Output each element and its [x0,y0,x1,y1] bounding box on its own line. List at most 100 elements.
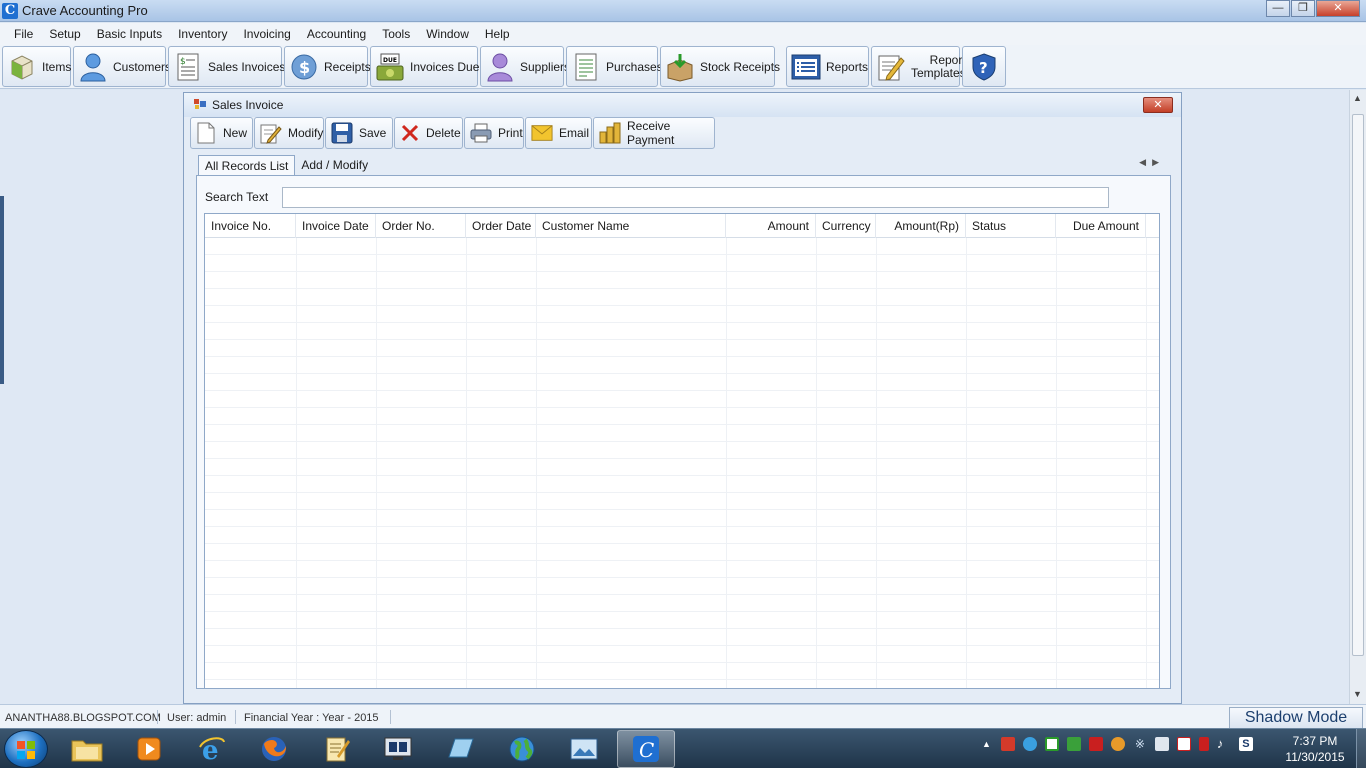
svg-text:?: ? [979,59,988,77]
start-button[interactable] [4,730,48,768]
grid-header: Invoice No. Invoice Date Order No. Order… [205,214,1159,238]
taskbar-notes[interactable] [308,730,366,768]
save-label: Save [359,126,387,140]
scrollbar-thumb[interactable] [1352,114,1364,656]
menu-inventory[interactable]: Inventory [170,27,235,41]
new-button[interactable]: New [190,117,253,149]
save-button[interactable]: Save [325,117,393,149]
tray-sync-icon[interactable] [1066,737,1081,751]
records-panel: Search Text Invoice No. Invoice Date Ord… [196,175,1171,689]
status-financial-year: Financial Year : Year - 2015 [244,712,379,724]
taskbar-globe[interactable] [493,730,551,768]
col-order-no[interactable]: Order No. [376,214,466,238]
items-button[interactable]: Items [2,46,71,87]
col-order-date[interactable]: Order Date [466,214,536,238]
tray-display-icon[interactable] [1154,737,1169,751]
scroll-up-icon[interactable]: ▲ [1353,93,1362,103]
stock-receipts-button[interactable]: Stock Receipts [660,46,780,87]
tray-s-app-icon[interactable]: S [1238,737,1253,751]
menu-accounting[interactable]: Accounting [299,27,374,41]
status-divider [390,710,391,724]
col-status[interactable]: Status [966,214,1056,238]
sales-invoices-button[interactable]: $ Sales Invoices [168,46,285,87]
tab-scroll-right-icon[interactable]: ▶ [1152,157,1165,167]
taskbar-internet-explorer[interactable]: e [183,730,241,768]
col-amount[interactable]: Amount [726,214,816,238]
grid-divider [1056,238,1057,688]
col-invoice-date[interactable]: Invoice Date [296,214,376,238]
tray-shield-icon[interactable] [1088,737,1103,751]
taskbar-remote-desktop[interactable] [369,730,427,768]
col-amount-rp[interactable]: Amount(Rp) [876,214,966,238]
reports-button[interactable]: Reports [786,46,869,87]
tab-add-modify[interactable]: Add / Modify [295,155,374,175]
monitor-icon [384,737,412,760]
taskbar-crave-accounting[interactable]: C [617,730,675,768]
grid-divider [816,238,817,688]
taskbar-photo-viewer[interactable] [555,730,613,768]
child-title-bar: Sales Invoice ✕ [184,93,1181,117]
purchases-label: Purchases [606,59,663,74]
tab-all-records[interactable]: All Records List [198,155,296,175]
customers-button[interactable]: Customers [73,46,171,87]
menu-window[interactable]: Window [418,27,477,41]
grid-divider [376,238,377,688]
col-due-amount[interactable]: Due Amount [1056,214,1146,238]
grid-body[interactable] [205,238,1159,688]
col-currency[interactable]: Currency [816,214,876,238]
delete-label: Delete [426,126,461,140]
menu-setup[interactable]: Setup [41,27,88,41]
taskbar-firefox[interactable] [245,730,303,768]
menu-basic-inputs[interactable]: Basic Inputs [89,27,170,41]
shadow-mode-button[interactable]: Shadow Mode [1229,707,1363,729]
svg-text:$: $ [180,57,186,67]
taskbar-explorer[interactable] [58,730,116,768]
show-desktop-button[interactable] [1356,729,1366,768]
title-bar: C Crave Accounting Pro — ❐ ✕ [0,0,1366,22]
invoices-due-button[interactable]: DUE Invoices Due [370,46,479,87]
tray-flag-icon[interactable] [1000,737,1015,751]
help-button[interactable]: ? [962,46,1006,87]
tray-signal-icon[interactable] [1198,737,1209,751]
print-button[interactable]: Print [464,117,524,149]
tab-scroll-arrows[interactable]: ◀▶ [1139,157,1165,168]
report-templates-button[interactable]: Report Templates [871,46,966,87]
menu-help[interactable]: Help [477,27,518,41]
menu-tools[interactable]: Tools [374,27,418,41]
tray-network-globe-icon[interactable] [1022,737,1037,751]
taskbar-clock[interactable]: 7:37 PM 11/30/2015 [1280,733,1350,765]
tray-bluetooth-icon[interactable]: ※ [1133,737,1147,751]
menu-file[interactable]: File [6,27,41,41]
tray-device-icon[interactable] [1176,737,1191,751]
close-button[interactable]: ✕ [1316,0,1360,17]
tab-scroll-left-icon[interactable]: ◀ [1139,157,1152,167]
email-button[interactable]: Email [525,117,592,149]
purchases-button[interactable]: Purchases [566,46,663,87]
tray-expand-icon[interactable]: ▲ [982,739,991,749]
grid-divider [296,238,297,688]
taskbar-app-window[interactable] [431,730,489,768]
crave-logo-icon: C [633,736,659,762]
items-label: Items [42,59,72,74]
col-invoice-no[interactable]: Invoice No. [205,214,296,238]
scroll-down-icon[interactable]: ▼ [1353,689,1362,699]
minimize-button[interactable]: — [1266,0,1290,17]
menu-invoicing[interactable]: Invoicing [235,27,298,41]
receipts-button[interactable]: $ Receipts [284,46,371,87]
receive-payment-button[interactable]: Receive Payment [593,117,715,149]
mdi-vertical-scrollbar[interactable]: ▲ ▼ [1349,90,1366,704]
col-customer-name[interactable]: Customer Name [536,214,726,238]
restore-button[interactable]: ❐ [1291,0,1315,17]
tray-check-icon[interactable] [1044,737,1059,751]
svg-text:$: $ [299,58,310,77]
modify-button[interactable]: Modify [254,117,324,149]
child-close-button[interactable]: ✕ [1143,97,1173,113]
tray-volume-icon[interactable]: ♪ [1217,737,1231,751]
suppliers-button[interactable]: Suppliers [480,46,570,87]
receive-payment-label: Receive Payment [627,119,675,147]
tray-audio-app-icon[interactable] [1110,737,1125,751]
records-grid[interactable]: Invoice No. Invoice Date Order No. Order… [204,213,1160,689]
delete-button[interactable]: Delete [394,117,463,149]
search-input[interactable] [282,187,1109,208]
taskbar-media-player[interactable] [120,730,178,768]
